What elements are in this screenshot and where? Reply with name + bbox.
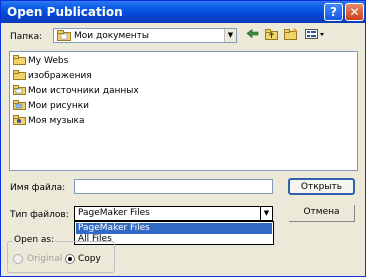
folder-icon (13, 114, 26, 125)
list-item-label: Моя музыка (28, 116, 85, 126)
dropdown-option-pagemaker[interactable]: PageMaker Files (76, 223, 272, 234)
filetype-label: Тип файлов: (10, 210, 69, 220)
list-item-label: My Webs (28, 56, 69, 66)
lookin-dropdown-arrow-icon[interactable]: ▼ (224, 29, 236, 42)
cancel-button[interactable]: Отмена (289, 205, 355, 222)
filename-input[interactable] (74, 179, 273, 194)
filename-label: Имя файла: (10, 183, 66, 193)
window-title: Open Publication (7, 5, 123, 19)
file-list[interactable]: My Webs изображения Мои источники данных… (9, 51, 358, 171)
list-item-label: изображения (28, 71, 92, 81)
folder-icon (13, 84, 26, 95)
radio-original[interactable] (13, 254, 23, 264)
list-item[interactable]: My Webs (13, 54, 68, 69)
list-item[interactable]: изображения (13, 69, 92, 84)
lookin-combo[interactable]: Мои документы ▼ (53, 28, 237, 43)
title-bar[interactable]: Open Publication ? ✕ (1, 1, 365, 23)
folder-icon (13, 69, 26, 80)
folder-icon (13, 54, 26, 65)
close-button[interactable]: ✕ (345, 3, 364, 21)
help-button[interactable]: ? (324, 3, 343, 21)
folder-up-icon[interactable] (264, 28, 279, 43)
lookin-label: Папка: (10, 32, 43, 42)
radio-copy-label: Copy (78, 254, 101, 264)
list-item-label: Мои рисунки (28, 101, 89, 111)
documents-folder-icon (57, 30, 71, 44)
list-item[interactable]: Мои рисунки (13, 99, 89, 114)
open-button[interactable]: Открыть (288, 178, 355, 195)
views-menu-icon[interactable] (305, 28, 327, 43)
lookin-value: Мои документы (74, 31, 150, 41)
radio-copy[interactable] (65, 254, 75, 264)
filetype-value: PageMaker Files (78, 208, 150, 218)
new-folder-icon[interactable] (283, 28, 298, 43)
filetype-select[interactable]: PageMaker Files ▼ (74, 206, 273, 221)
list-item[interactable]: Моя музыка (13, 114, 85, 129)
open-as-label: Open as: (13, 235, 56, 245)
list-item[interactable]: Мои источники данных (13, 84, 139, 99)
radio-original-label: Original (27, 254, 63, 264)
back-arrow-icon[interactable] (245, 28, 260, 43)
filetype-dropdown-arrow-icon[interactable]: ▼ (260, 207, 272, 220)
folder-icon (13, 99, 26, 110)
open-publication-dialog: Open Publication ? ✕ Папка: Мои документ… (0, 0, 366, 277)
list-item-label: Мои источники данных (28, 86, 139, 96)
